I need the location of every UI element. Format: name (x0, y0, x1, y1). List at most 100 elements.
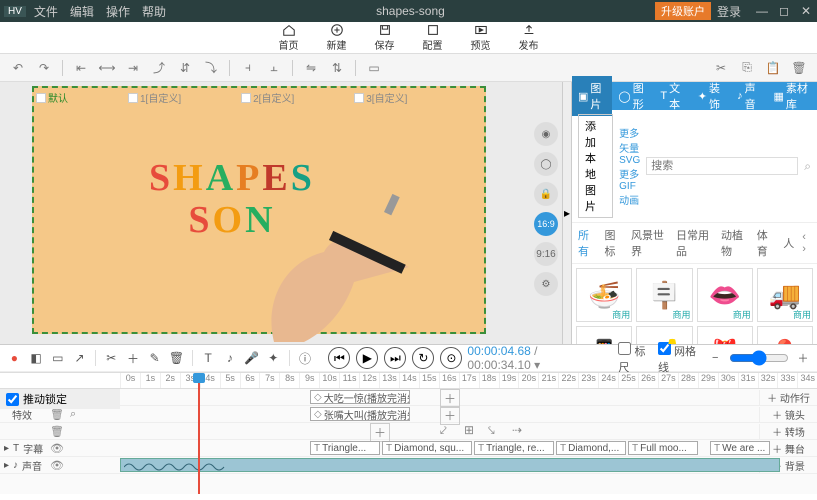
timeline-clip[interactable]: TDiamond, squ... (382, 441, 472, 455)
timeline-clip[interactable]: TTriangle, re... (474, 441, 554, 455)
home-button[interactable]: 首页 (279, 23, 299, 52)
timeline-clip[interactable]: ◇张嘴大叫(播放完消失) (310, 407, 410, 421)
publish-button[interactable]: 发布 (519, 23, 539, 52)
more-gif-link[interactable]: 更多GIF动画 (619, 166, 640, 207)
eye-icon[interactable]: 👁 (50, 442, 64, 455)
config-button[interactable]: 配置 (423, 23, 443, 52)
tl-tool-2[interactable]: ▭ (49, 349, 66, 367)
prev-button[interactable]: ⏮ (328, 347, 350, 369)
align-middle-button[interactable]: ⇵ (175, 58, 195, 78)
delete-button[interactable]: 🗑 (789, 58, 809, 78)
settings-icon[interactable]: ⚙ (534, 272, 558, 296)
search-icon[interactable]: ⌕ (804, 159, 811, 174)
playhead[interactable] (198, 375, 200, 494)
undo-button[interactable]: ↶ (8, 58, 28, 78)
tl-text-icon[interactable]: T (200, 349, 217, 367)
menu-action[interactable]: 操作 (106, 3, 130, 20)
aspect-16-9-button[interactable]: 16:9 (534, 212, 558, 236)
tl-sound-icon[interactable]: ♪ (221, 349, 238, 367)
ruler-toggle[interactable]: 标尺 (618, 342, 652, 375)
cat-sport[interactable]: 体育 (757, 227, 776, 259)
zoom-out-icon[interactable]: − (707, 349, 723, 367)
tl-tool-1[interactable]: ◧ (28, 349, 45, 367)
tl-add-icon[interactable]: ＋ (125, 349, 142, 367)
record-button[interactable]: ● (6, 349, 23, 367)
asset-truck[interactable]: 🚚商用 (757, 268, 813, 322)
zoom-slider[interactable] (729, 350, 789, 366)
transition-tool[interactable]: ⊞ (464, 423, 474, 437)
layer-tab-3[interactable]: 3[自定义] (354, 90, 407, 105)
aspect-9-16-button[interactable]: 9:16 (534, 242, 558, 266)
canvas-area[interactable]: 默认 1[自定义] 2[自定义] 3[自定义] SHAPES SON (0, 82, 530, 344)
cut-button[interactable]: ✂ (711, 58, 731, 78)
add-track-button[interactable]: ＋ 镜头 (759, 407, 817, 422)
asset-lips[interactable]: 👄商用 (697, 268, 753, 322)
transition-tool[interactable]: ⤦ (440, 423, 447, 438)
menu-edit[interactable]: 编辑 (70, 3, 94, 20)
upgrade-button[interactable]: 升级账户 (655, 2, 711, 20)
menu-file[interactable]: 文件 (34, 3, 58, 20)
play-button[interactable]: ▶ (356, 347, 378, 369)
eye-icon[interactable]: 👁 (50, 459, 64, 472)
timeline-clip[interactable]: TFull moo... (628, 441, 698, 455)
tl-brush-icon[interactable]: ✎ (146, 349, 163, 367)
add-track-button[interactable]: ＋ 转场 (759, 424, 817, 439)
cat-all[interactable]: 所有 (578, 227, 597, 259)
time-ruler[interactable]: 0s1s2s3s4s5s6s7s8s9s10s11s12s13s14s15s16… (0, 373, 817, 389)
collapse-toggle[interactable]: 推动锁定 (0, 389, 120, 409)
cat-people[interactable]: 人 (783, 235, 794, 251)
paste-button[interactable]: 📋 (763, 58, 783, 78)
cat-scenery[interactable]: 风景世界 (631, 227, 668, 259)
transition-tool[interactable]: ⇢ (512, 423, 522, 437)
asset-noodles[interactable]: 🍜商用 (576, 268, 632, 322)
split-handle[interactable]: ▸ (562, 82, 572, 344)
lock-icon[interactable]: 🔒 (534, 182, 558, 206)
scene-text-object[interactable]: SHAPES SON (149, 158, 315, 242)
preview-button[interactable]: 预览 (471, 23, 491, 52)
copy-button[interactable]: ⎘ (737, 58, 757, 78)
tl-mic-icon[interactable]: 🎤 (243, 349, 260, 367)
align-top-button[interactable]: ⤴ (149, 58, 169, 78)
canvas-stage[interactable]: 默认 1[自定义] 2[自定义] 3[自定义] SHAPES SON (32, 86, 486, 334)
next-button[interactable]: ⏭ (384, 347, 406, 369)
new-button[interactable]: 新建 (327, 23, 347, 52)
import-local-button[interactable]: 添加本地图片 (578, 114, 613, 218)
align-left-button[interactable]: ⇤ (71, 58, 91, 78)
stop-button[interactable]: ⊙ (440, 347, 462, 369)
timeline-clip[interactable]: ◇大吃一惊(播放完消失) (310, 390, 410, 404)
asset-map-pin[interactable]: 📍商用 (757, 326, 813, 344)
tl-export-icon[interactable]: ↗ (71, 349, 88, 367)
asset-gift[interactable]: 🎁商用 (697, 326, 753, 344)
tl-fx-icon[interactable]: ✦ (265, 349, 282, 367)
align-right-button[interactable]: ⇥ (123, 58, 143, 78)
timeline-clip[interactable]: TTriangle... (310, 441, 380, 455)
asset-sofa[interactable]: 🛋️商用 (636, 326, 692, 344)
add-track-button[interactable]: ＋ 动作行 (759, 390, 817, 405)
layer-button[interactable]: ▭ (364, 58, 384, 78)
timeline-clip[interactable]: TDiamond,... (556, 441, 626, 455)
maximize-button[interactable]: ◻ (777, 4, 791, 18)
align-center-button[interactable]: ⟷ (97, 58, 117, 78)
camera-icon[interactable]: ◉ (534, 122, 558, 146)
tl-info-icon[interactable]: ⓘ (297, 349, 314, 367)
cat-animal[interactable]: 动植物 (721, 227, 749, 259)
grid-toggle[interactable]: 网格线 (658, 342, 701, 375)
dist-v-button[interactable]: ⫠ (264, 58, 284, 78)
cat-icon[interactable]: 图标 (605, 227, 624, 259)
redo-button[interactable]: ↷ (34, 58, 54, 78)
flip-v-button[interactable]: ⇅ (327, 58, 347, 78)
timeline-clip[interactable] (120, 458, 780, 472)
more-svg-link[interactable]: 更多矢量SVG (619, 125, 640, 166)
tl-cut-icon[interactable]: ✂ (103, 349, 120, 367)
zoom-in-icon[interactable]: ＋ (795, 349, 811, 367)
cat-daily[interactable]: 日常用品 (676, 227, 713, 259)
eye-icon[interactable]: 🗑 (50, 425, 64, 438)
layer-tab-2[interactable]: 2[自定义] (241, 90, 294, 105)
tl-trash-icon[interactable]: 🗑 (168, 349, 185, 367)
layer-tab-default[interactable]: 默认 (36, 90, 68, 105)
expand-icon[interactable]: ⌕ (70, 408, 76, 421)
close-button[interactable]: ✕ (799, 4, 813, 18)
asset-phone[interactable]: 📱商用 (576, 326, 632, 344)
transition-tool[interactable]: ⤥ (488, 423, 495, 438)
login-button[interactable]: 登录 (717, 3, 741, 20)
